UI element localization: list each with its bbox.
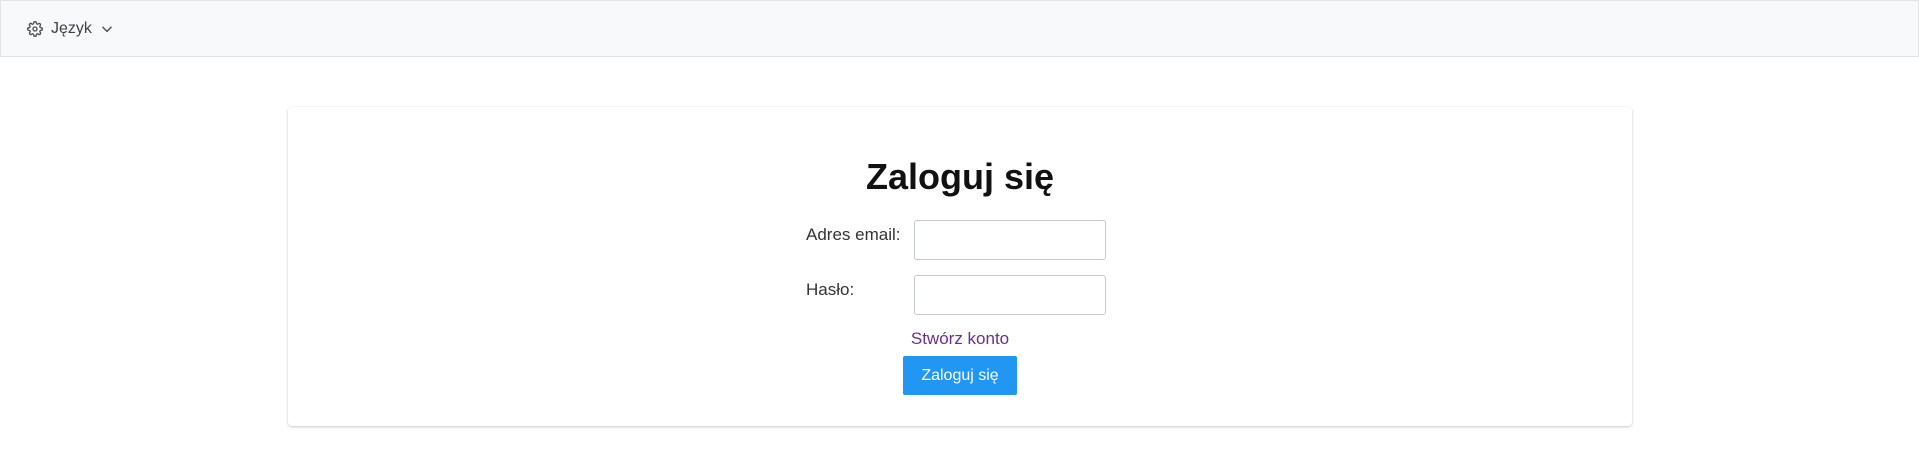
gear-icon — [27, 21, 43, 37]
email-label: Adres email: — [806, 225, 901, 244]
language-menu[interactable]: Język — [27, 17, 114, 41]
password-field[interactable] — [914, 275, 1106, 315]
page-title: Zaloguj się — [865, 156, 1055, 197]
password-label: Hasło: — [806, 280, 855, 299]
password-row: Hasło: — [806, 275, 1106, 315]
chevron-down-icon — [100, 22, 114, 36]
login-card: Zaloguj się Adres email: Hasło: Stwórz k… — [288, 107, 1632, 426]
email-field[interactable] — [914, 220, 1106, 260]
top-navigation-bar: Język — [0, 0, 1919, 57]
language-menu-label: Język — [51, 20, 92, 37]
create-account-link[interactable]: Stwórz konto — [288, 328, 1632, 350]
email-row: Adres email: — [806, 220, 1106, 260]
login-button[interactable]: Zaloguj się — [903, 356, 1017, 395]
